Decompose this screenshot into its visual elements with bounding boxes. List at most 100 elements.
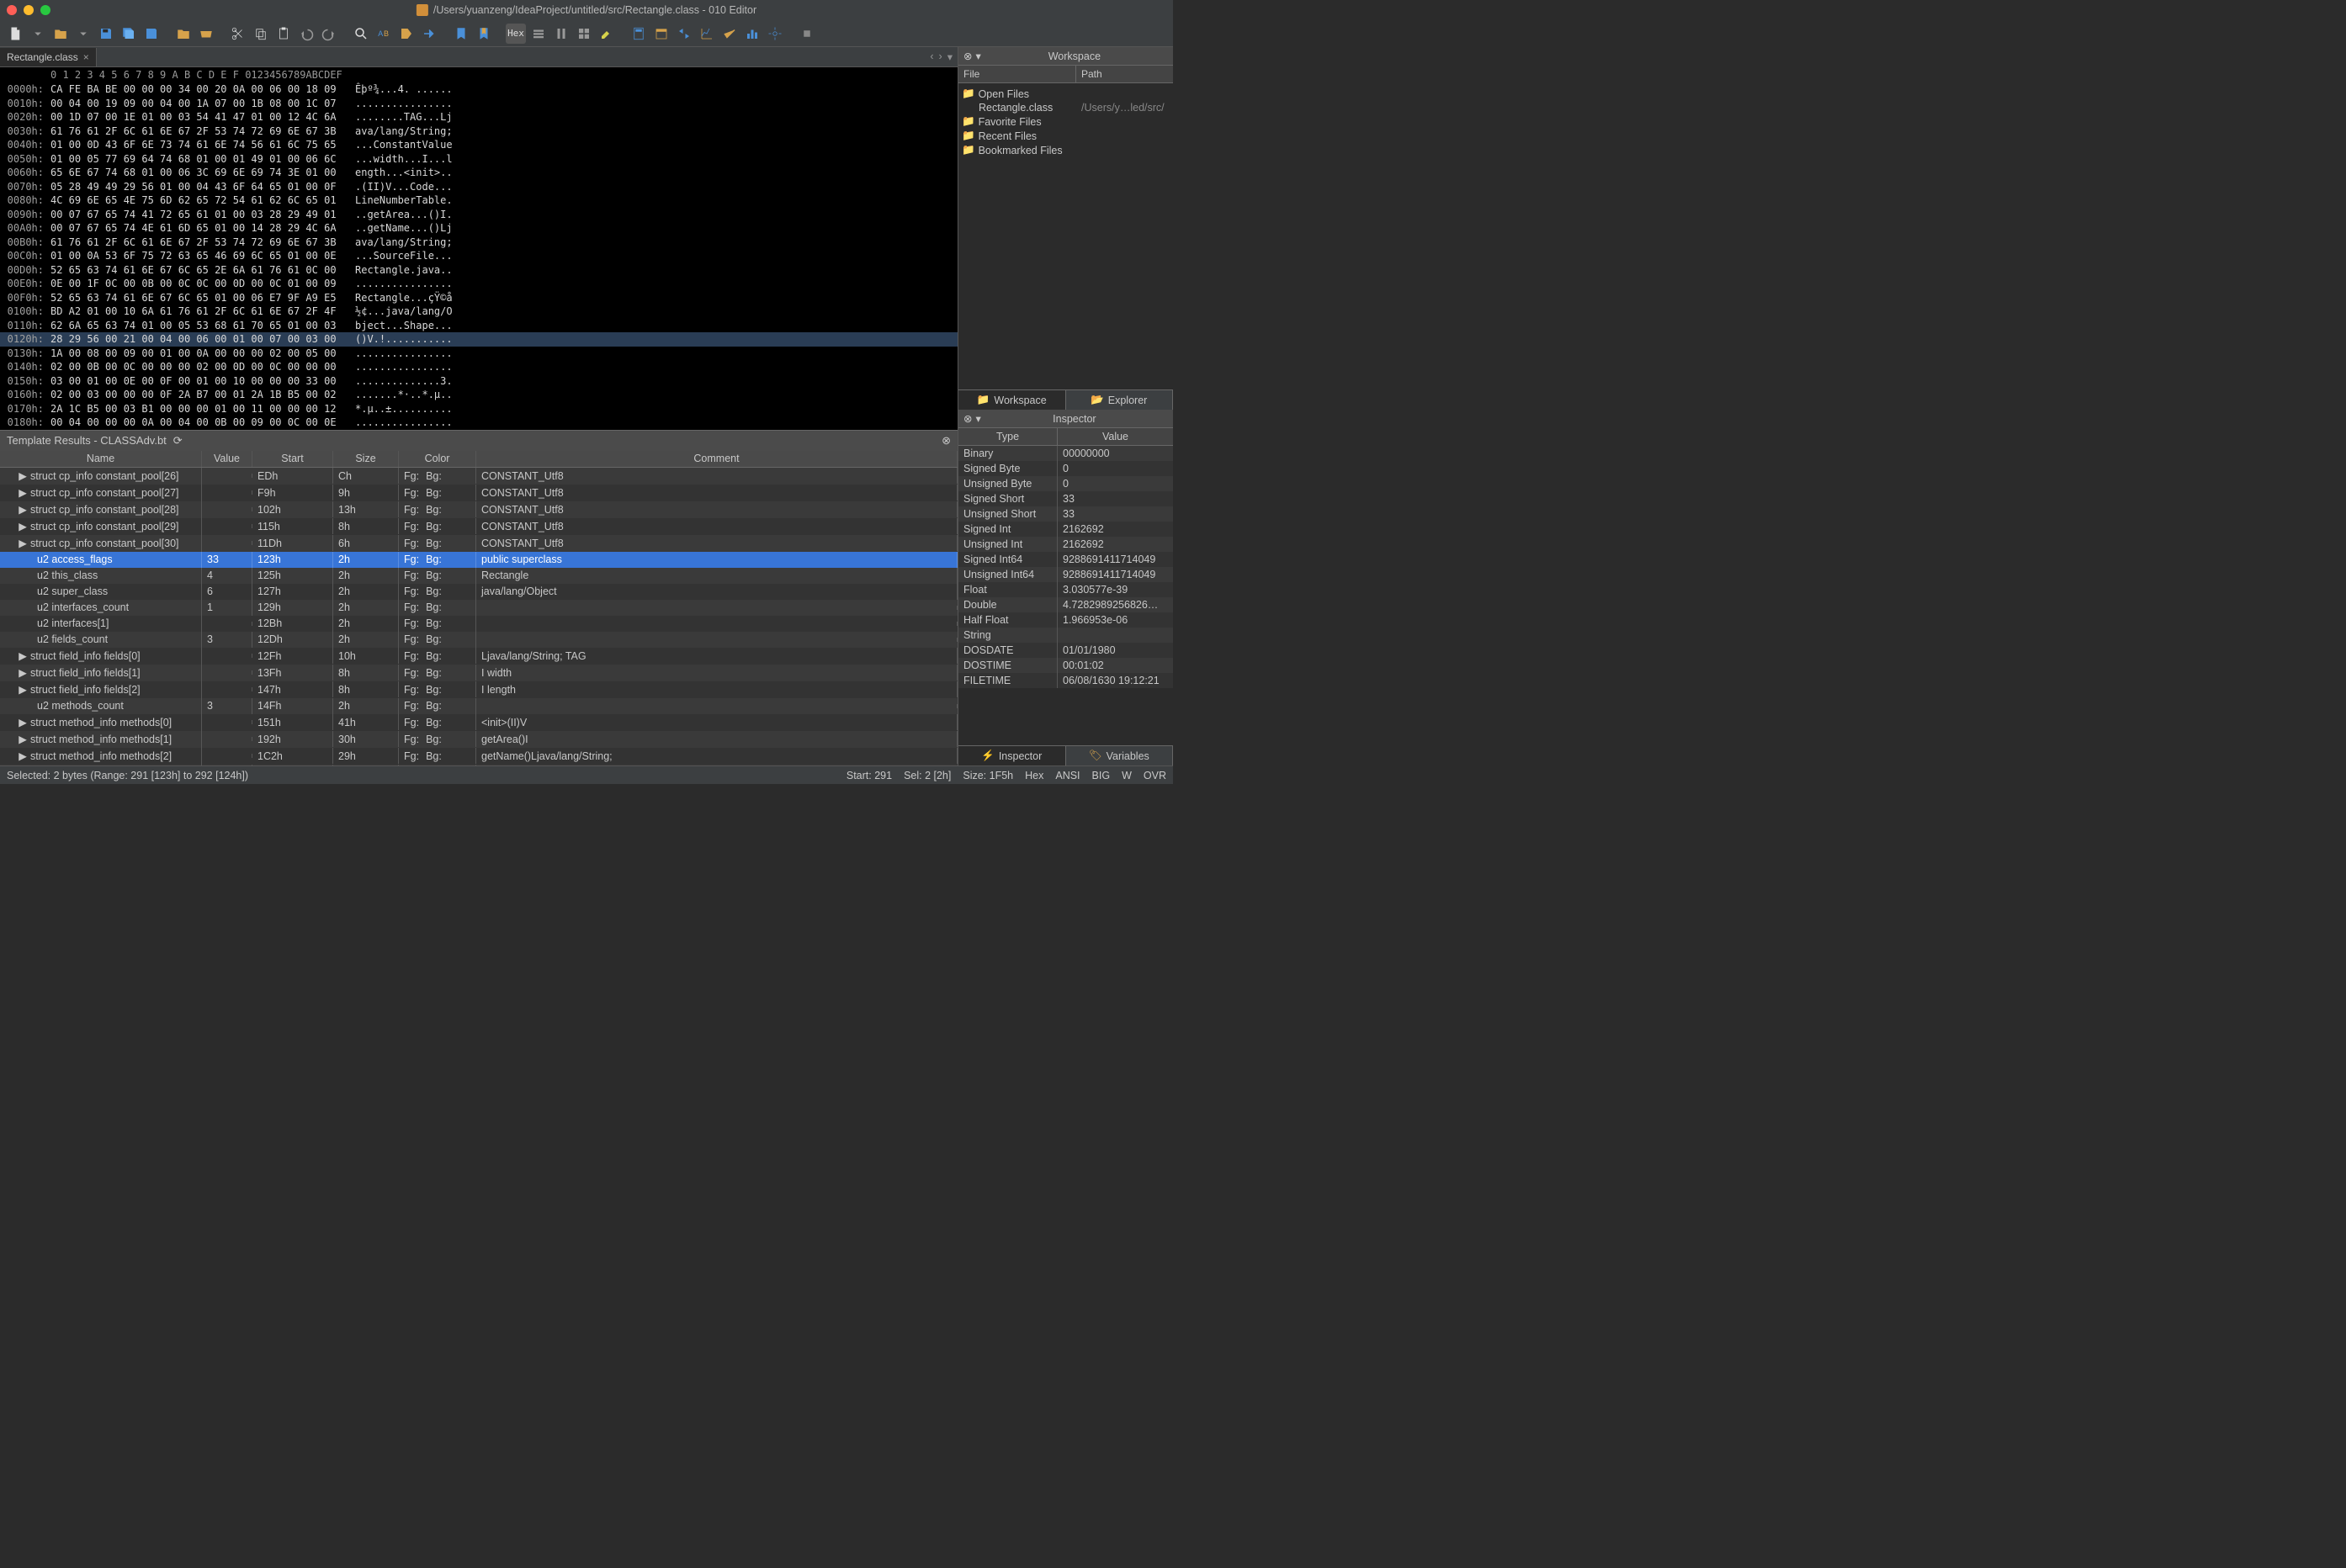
disclosure-icon[interactable]: ▶: [19, 666, 27, 679]
hex-row[interactable]: 0050h:01 00 05 77 69 64 74 68 01 00 01 4…: [0, 152, 958, 167]
inspector-row[interactable]: Double4.7282989256826…: [958, 597, 1173, 612]
hex-bytes[interactable]: 52 65 63 74 61 6E 67 6C 65 2E 6A 61 76 6…: [50, 263, 347, 278]
col-value[interactable]: Value: [202, 451, 252, 467]
workspace-folder[interactable]: 📁Bookmarked Files: [962, 143, 1170, 157]
chart-button[interactable]: [697, 24, 717, 44]
refresh-icon[interactable]: ⟳: [173, 434, 183, 448]
hex-ascii[interactable]: bject...Shape...: [347, 319, 453, 333]
hex-row[interactable]: 00B0h:61 76 61 2F 6C 61 6E 67 2F 53 74 7…: [0, 236, 958, 250]
col-comment[interactable]: Comment: [476, 451, 958, 467]
hex-row[interactable]: 00D0h:52 65 63 74 61 6E 67 6C 65 2E 6A 6…: [0, 263, 958, 278]
hex-row[interactable]: 0010h:00 04 00 19 09 00 04 00 1A 07 00 1…: [0, 97, 958, 111]
tab-workspace[interactable]: 📁 Workspace: [958, 390, 1066, 410]
hex-ascii[interactable]: ength...<init>..: [347, 166, 453, 180]
tab-next-icon[interactable]: ›: [937, 49, 944, 65]
hex-bytes[interactable]: 4C 69 6E 65 4E 75 6D 62 65 72 54 61 62 6…: [50, 193, 347, 208]
disclosure-icon[interactable]: ▶: [19, 750, 27, 762]
hex-ascii[interactable]: ½¢...java/lang/O: [347, 305, 453, 319]
hex-bytes[interactable]: 01 00 0D 43 6F 6E 73 74 61 6E 74 56 61 6…: [50, 138, 347, 152]
template-row[interactable]: ▶struct method_info methods[0]151h41hFg:…: [0, 714, 958, 731]
disclosure-icon[interactable]: ▶: [19, 537, 27, 549]
hex-bytes[interactable]: 0E 00 1F 0C 00 0B 00 0C 0C 00 0D 00 0C 0…: [50, 277, 347, 291]
hex-bytes[interactable]: 1A 00 08 00 09 00 01 00 0A 00 00 00 02 0…: [50, 347, 347, 361]
template-row[interactable]: ▶struct field_info fields[0]12Fh10hFg:Bg…: [0, 648, 958, 665]
close-window-button[interactable]: [7, 5, 17, 15]
hex-ascii[interactable]: ................: [347, 416, 453, 430]
toggle-2-button[interactable]: [551, 24, 571, 44]
hex-ascii[interactable]: ...width...I...l: [347, 152, 453, 167]
disclosure-icon[interactable]: ▶: [19, 486, 27, 499]
hex-bytes[interactable]: 00 07 67 65 74 4E 61 6D 65 01 00 14 28 2…: [50, 221, 347, 236]
settings-button[interactable]: [765, 24, 785, 44]
inspector-row[interactable]: DOSDATE01/01/1980: [958, 643, 1173, 658]
template-row[interactable]: ▶struct cp_info constant_pool[27]F9h9hFg…: [0, 485, 958, 501]
hex-ascii[interactable]: ()V.!...........: [347, 332, 453, 347]
checksum-button[interactable]: [719, 24, 740, 44]
disclosure-icon[interactable]: ▶: [19, 733, 27, 745]
hex-row[interactable]: 0110h:62 6A 65 63 74 01 00 05 53 68 61 7…: [0, 319, 958, 333]
new-dropdown-button[interactable]: [28, 24, 48, 44]
workspace-folder[interactable]: 📁Open Files: [962, 87, 1170, 101]
inspector-row[interactable]: Signed Int2162692: [958, 522, 1173, 537]
hex-ascii[interactable]: ................: [347, 277, 453, 291]
workspace-folder[interactable]: 📁Favorite Files: [962, 114, 1170, 129]
template-row[interactable]: u2 super_class6127h2hFg:Bg:java/lang/Obj…: [0, 584, 958, 600]
hex-row[interactable]: 0180h:00 04 00 00 00 0A 00 04 00 0B 00 0…: [0, 416, 958, 430]
workspace-col-path[interactable]: Path: [1076, 66, 1173, 82]
calendar-button[interactable]: [651, 24, 671, 44]
compare-button[interactable]: [674, 24, 694, 44]
template-row[interactable]: u2 this_class4125h2hFg:Bg:Rectangle: [0, 568, 958, 584]
folder-button[interactable]: [173, 24, 194, 44]
hex-row[interactable]: 0150h:03 00 01 00 0E 00 0F 00 01 00 10 0…: [0, 374, 958, 389]
inspector-row[interactable]: FILETIME06/08/1630 19:12:21: [958, 673, 1173, 688]
maximize-window-button[interactable]: [40, 5, 50, 15]
template-row[interactable]: ▶struct method_info methods[1]192h30hFg:…: [0, 731, 958, 748]
save-button[interactable]: [96, 24, 116, 44]
status-size[interactable]: Size: 1F5h: [963, 770, 1013, 781]
hex-ascii[interactable]: ...ConstantValue: [347, 138, 453, 152]
highlight-button[interactable]: [597, 24, 617, 44]
inspector-row[interactable]: Half Float1.966953e-06: [958, 612, 1173, 628]
hex-bytes[interactable]: 00 04 00 19 09 00 04 00 1A 07 00 1B 08 0…: [50, 97, 347, 111]
disclosure-icon[interactable]: ▶: [19, 683, 27, 696]
template-row[interactable]: u2 methods_count314Fh2hFg:Bg:: [0, 698, 958, 714]
new-file-button[interactable]: [5, 24, 25, 44]
template-row[interactable]: ▶struct cp_info constant_pool[30]11Dh6hF…: [0, 535, 958, 552]
inspector-row[interactable]: Signed Byte0: [958, 461, 1173, 476]
minimize-window-button[interactable]: [24, 5, 34, 15]
hex-row[interactable]: 0020h:00 1D 07 00 1E 01 00 03 54 41 47 0…: [0, 110, 958, 124]
template-row[interactable]: u2 interfaces[1]12Bh2hFg:Bg:: [0, 616, 958, 632]
hex-ascii[interactable]: ................: [347, 97, 453, 111]
workspace-folder[interactable]: 📁Recent Files: [962, 129, 1170, 143]
hex-ascii[interactable]: ..getName...()Lj: [347, 221, 453, 236]
hex-ascii[interactable]: ................: [347, 360, 453, 374]
toggle-3-button[interactable]: [574, 24, 594, 44]
hex-bytes[interactable]: 03 00 01 00 0E 00 0F 00 01 00 10 00 00 0…: [50, 374, 347, 389]
calc-button[interactable]: [629, 24, 649, 44]
hex-row[interactable]: 0070h:05 28 49 49 29 56 01 00 04 43 6F 6…: [0, 180, 958, 194]
hex-row[interactable]: 0130h:1A 00 08 00 09 00 01 00 0A 00 00 0…: [0, 347, 958, 361]
template-row[interactable]: ▶struct cp_info constant_pool[26]EDhChFg…: [0, 468, 958, 485]
hex-row[interactable]: 0170h:2A 1C B5 00 03 B1 00 00 00 01 00 1…: [0, 402, 958, 416]
hex-row[interactable]: 0060h:65 6E 67 74 68 01 00 06 3C 69 6E 6…: [0, 166, 958, 180]
open-file-button[interactable]: [50, 24, 71, 44]
hex-ascii[interactable]: ..getArea...()I.: [347, 208, 453, 222]
folder-open-button[interactable]: [196, 24, 216, 44]
col-color[interactable]: Color: [399, 451, 476, 467]
hex-editor[interactable]: 0 1 2 3 4 5 6 7 8 9 A B C D E F 01234567…: [0, 67, 958, 430]
hex-row[interactable]: 0000h:CA FE BA BE 00 00 00 34 00 20 0A 0…: [0, 82, 958, 97]
status-big[interactable]: BIG: [1092, 770, 1111, 781]
template-row[interactable]: u2 fields_count312Dh2hFg:Bg:: [0, 632, 958, 648]
hex-row[interactable]: 0090h:00 07 67 65 74 41 72 65 61 01 00 0…: [0, 208, 958, 222]
save-all-button[interactable]: [119, 24, 139, 44]
toggle-1-button[interactable]: [528, 24, 549, 44]
hex-bytes[interactable]: 02 00 03 00 00 00 0F 2A B7 00 01 2A 1B B…: [50, 388, 347, 402]
workspace-col-file[interactable]: File: [958, 66, 1076, 82]
status-ansi[interactable]: ANSI: [1055, 770, 1080, 781]
inspector-row[interactable]: Unsigned Byte0: [958, 476, 1173, 491]
hex-ascii[interactable]: ........TAG...Lj: [347, 110, 453, 124]
tab-inspector[interactable]: ⚡ Inspector: [958, 746, 1066, 765]
tab-menu-icon[interactable]: ▾: [946, 49, 954, 65]
find-button[interactable]: [351, 24, 371, 44]
hex-ascii[interactable]: .......*·..*.µ..: [347, 388, 453, 402]
